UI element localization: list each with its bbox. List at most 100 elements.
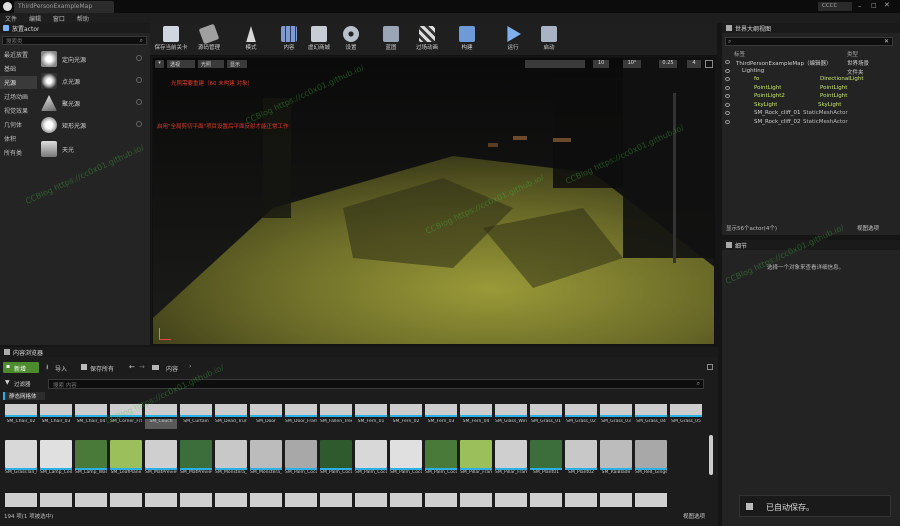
- asset-thumbnail[interactable]: [110, 404, 142, 417]
- asset-thumbnail[interactable]: [145, 404, 177, 417]
- asset-thumbnail[interactable]: [285, 404, 317, 417]
- asset-thumbnail[interactable]: SM_Chair_02: [5, 419, 37, 429]
- asset-thumbnail[interactable]: SM_Plant01: [530, 440, 562, 480]
- maximize-button[interactable]: □: [871, 2, 883, 11]
- asset-thumbnail[interactable]: SM_LeafPlane: [110, 440, 142, 480]
- back-arrow-icon[interactable]: ←: [129, 363, 135, 371]
- asset-thumbnail[interactable]: [600, 404, 632, 417]
- category-all-classes[interactable]: 所有类: [0, 146, 37, 159]
- asset-thumbnail[interactable]: [670, 404, 702, 417]
- asset-thumbnail[interactable]: [425, 493, 457, 507]
- asset-thumbnail[interactable]: [565, 404, 597, 417]
- asset-thumbnail[interactable]: SM_Grass_02: [565, 419, 597, 429]
- asset-thumbnail[interactable]: [635, 493, 667, 507]
- outliner-row[interactable]: SkyLight SkyLight: [722, 102, 900, 110]
- asset-thumbnail[interactable]: SM_Palm_Coconut_02: [320, 440, 352, 480]
- add-new-button[interactable]: ▪ 新增: [3, 362, 39, 373]
- place-search-input[interactable]: 搜索类 ⌕: [2, 36, 147, 45]
- category-cinematic[interactable]: 过场动画: [0, 90, 37, 103]
- asset-thumbnail[interactable]: SM_Door_Frame: [285, 419, 317, 429]
- asset-thumbnail[interactable]: [635, 404, 667, 417]
- outliner-row[interactable]: SM_Rock_cliff_02 StaticMeshActor: [722, 119, 900, 127]
- clear-search-icon[interactable]: ✕: [884, 38, 889, 45]
- outliner-search-input[interactable]: ⌕ ✕: [725, 37, 893, 46]
- visibility-eye-icon[interactable]: [725, 60, 730, 64]
- asset-thumbnail[interactable]: [180, 404, 212, 417]
- content-browser-title[interactable]: 内容浏览器: [13, 348, 43, 357]
- place-panel-title[interactable]: 放置actor: [12, 24, 39, 33]
- place-item-spot-light[interactable]: 聚光源: [38, 93, 148, 113]
- asset-thumbnail[interactable]: SM_Door: [250, 419, 282, 429]
- place-item-sky-light[interactable]: 天光: [38, 139, 148, 159]
- asset-thumbnail[interactable]: SM_Dead_Trunk: [215, 419, 247, 429]
- asset-thumbnail[interactable]: SM_MatPreviewMesh_02: [180, 440, 212, 480]
- asset-thumbnail[interactable]: SM_Pillar_Frame: [460, 440, 492, 480]
- asset-thumbnail[interactable]: [355, 404, 387, 417]
- rotation-snap-value[interactable]: 10°: [623, 60, 641, 68]
- asset-thumbnail[interactable]: [145, 493, 177, 507]
- asset-thumbnail[interactable]: [250, 493, 282, 507]
- asset-thumbnail[interactable]: [180, 493, 212, 507]
- build-button[interactable]: 构建: [448, 23, 486, 56]
- level-tab[interactable]: ThirdPersonExampleMap: [14, 1, 114, 13]
- asset-thumbnail[interactable]: SM_GrassTall_01: [5, 440, 37, 480]
- asset-thumbnail[interactable]: SM_Fallen_Tree: [320, 419, 352, 429]
- asset-thumbnail[interactable]: [250, 404, 282, 417]
- asset-thumbnail[interactable]: SM_Palm_Coconut_01: [285, 440, 317, 480]
- asset-thumbnail[interactable]: [390, 493, 422, 507]
- asset-thumbnail[interactable]: [75, 404, 107, 417]
- asset-thumbnail[interactable]: [565, 493, 597, 507]
- asset-thumbnail[interactable]: SM_MatPreviewMesh_01: [145, 440, 177, 480]
- asset-thumbnail[interactable]: SM_Palm_Coconut_04: [390, 440, 422, 480]
- asset-thumbnail[interactable]: [5, 493, 37, 507]
- path-breadcrumb[interactable]: 内容: [166, 364, 178, 373]
- asset-thumbnail[interactable]: SM_Monstera_02: [250, 440, 282, 480]
- outliner-row[interactable]: PointLight PointLight: [722, 85, 900, 93]
- scale-snap-value[interactable]: 0.25: [659, 60, 677, 68]
- outliner-row[interactable]: SM_Rock_cliff_01 StaticMeshActor: [722, 110, 900, 118]
- asset-thumbnail[interactable]: [460, 493, 492, 507]
- asset-thumbnail[interactable]: [495, 493, 527, 507]
- close-button[interactable]: ✕: [884, 1, 898, 11]
- content-search-input[interactable]: 搜索 内容 ⌕: [48, 379, 704, 389]
- asset-thumbnail[interactable]: [215, 493, 247, 507]
- asset-thumbnail[interactable]: SM_Monstera_01: [215, 440, 247, 480]
- modes-button[interactable]: 模式: [232, 23, 270, 56]
- asset-thumbnail[interactable]: [5, 404, 37, 417]
- content-view-options-button[interactable]: 视图选项: [683, 512, 705, 520]
- asset-thumbnail[interactable]: SM_Grass_05: [670, 419, 702, 429]
- asset-thumbnail[interactable]: [320, 493, 352, 507]
- category-geometry[interactable]: 几何体: [0, 118, 37, 131]
- asset-thumbnail[interactable]: SM_Lamp_Wall: [75, 440, 107, 480]
- import-button[interactable]: 导入: [55, 364, 67, 373]
- asset-thumbnail[interactable]: [530, 493, 562, 507]
- place-item-directional-light[interactable]: 定向光源: [38, 49, 148, 69]
- breadcrumb-chevron-icon[interactable]: ›: [189, 363, 191, 370]
- asset-thumbnail[interactable]: [40, 404, 72, 417]
- outliner-row[interactable]: PointLight2 PointLight: [722, 93, 900, 101]
- asset-thumbnail[interactable]: SM_Plant02: [565, 440, 597, 480]
- asset-thumbnail[interactable]: [460, 404, 492, 417]
- asset-thumbnail[interactable]: SM_Chair_03: [40, 419, 72, 429]
- perspective-button[interactable]: 透视: [167, 60, 195, 68]
- asset-thumbnail[interactable]: [215, 404, 247, 417]
- outliner-title[interactable]: 世界大纲视图: [735, 24, 771, 33]
- settings-button[interactable]: 设置: [332, 23, 370, 56]
- asset-thumbnail[interactable]: SM_Chair_04: [75, 419, 107, 429]
- maximize-viewport-icon[interactable]: [705, 60, 713, 68]
- lock-icon[interactable]: [707, 364, 713, 370]
- asset-thumbnail[interactable]: SM_Grass_04: [635, 419, 667, 429]
- asset-thumbnail[interactable]: SM_Fern_01: [355, 419, 387, 429]
- forward-arrow-icon[interactable]: →: [139, 363, 145, 371]
- asset-thumbnail[interactable]: SM_Red_Ginger_01: [635, 440, 667, 480]
- category-recent[interactable]: 最近放置: [0, 48, 37, 61]
- visibility-eye-icon[interactable]: [725, 102, 730, 107]
- visibility-eye-icon[interactable]: [725, 85, 730, 90]
- viewport-options-button[interactable]: ▾: [155, 60, 164, 68]
- asset-thumbnail[interactable]: SM_Curtain: [180, 419, 212, 429]
- asset-thumbnail[interactable]: SM_Fern_03: [425, 419, 457, 429]
- visibility-eye-icon[interactable]: [725, 77, 730, 81]
- source-control-button[interactable]: 源码管理: [190, 23, 228, 56]
- vertical-scrollbar[interactable]: [709, 435, 713, 475]
- category-volumes[interactable]: 体积: [0, 132, 37, 145]
